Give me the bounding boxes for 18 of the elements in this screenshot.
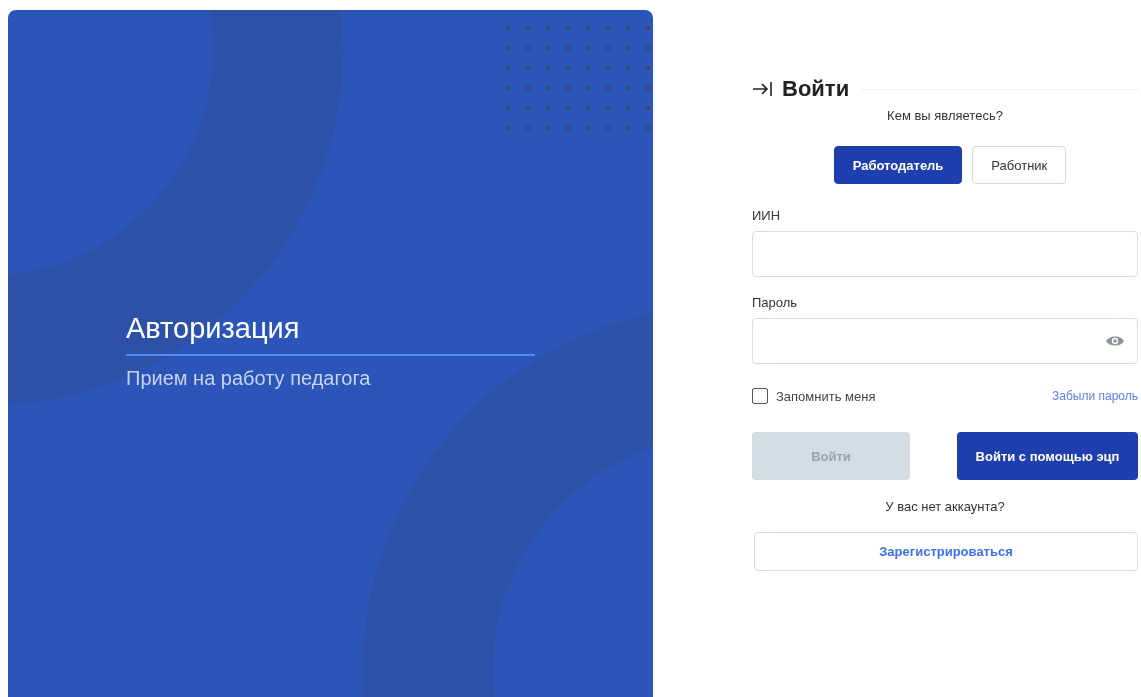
iin-field[interactable] [752,231,1138,277]
eye-icon[interactable] [1105,334,1125,348]
forgot-password-link[interactable]: Забыли пароль [1052,389,1138,403]
remember-label: Запомнить меня [776,388,876,404]
role-prompt: Кем вы являетесь? [887,108,1003,123]
register-button[interactable]: Зарегистрироваться [754,532,1138,571]
role-tab[interactable]: Работодатель [833,146,963,184]
field-label: ИИН [752,208,782,223]
hero-title: Авторизация [126,312,301,346]
hero-subtitle: Прием на работу педагога [126,367,372,390]
field-label: Пароль [752,295,799,310]
no-account-text: У вас нет аккаунта? [885,499,1005,514]
login-title: Войти [782,76,850,102]
eds-login-button[interactable]: Войти с помощью эцп [957,432,1138,480]
role-tab[interactable]: Работник [972,146,1067,184]
remember-checkbox[interactable] [752,388,768,404]
password-field[interactable] [752,318,1138,364]
login-icon [752,80,774,98]
